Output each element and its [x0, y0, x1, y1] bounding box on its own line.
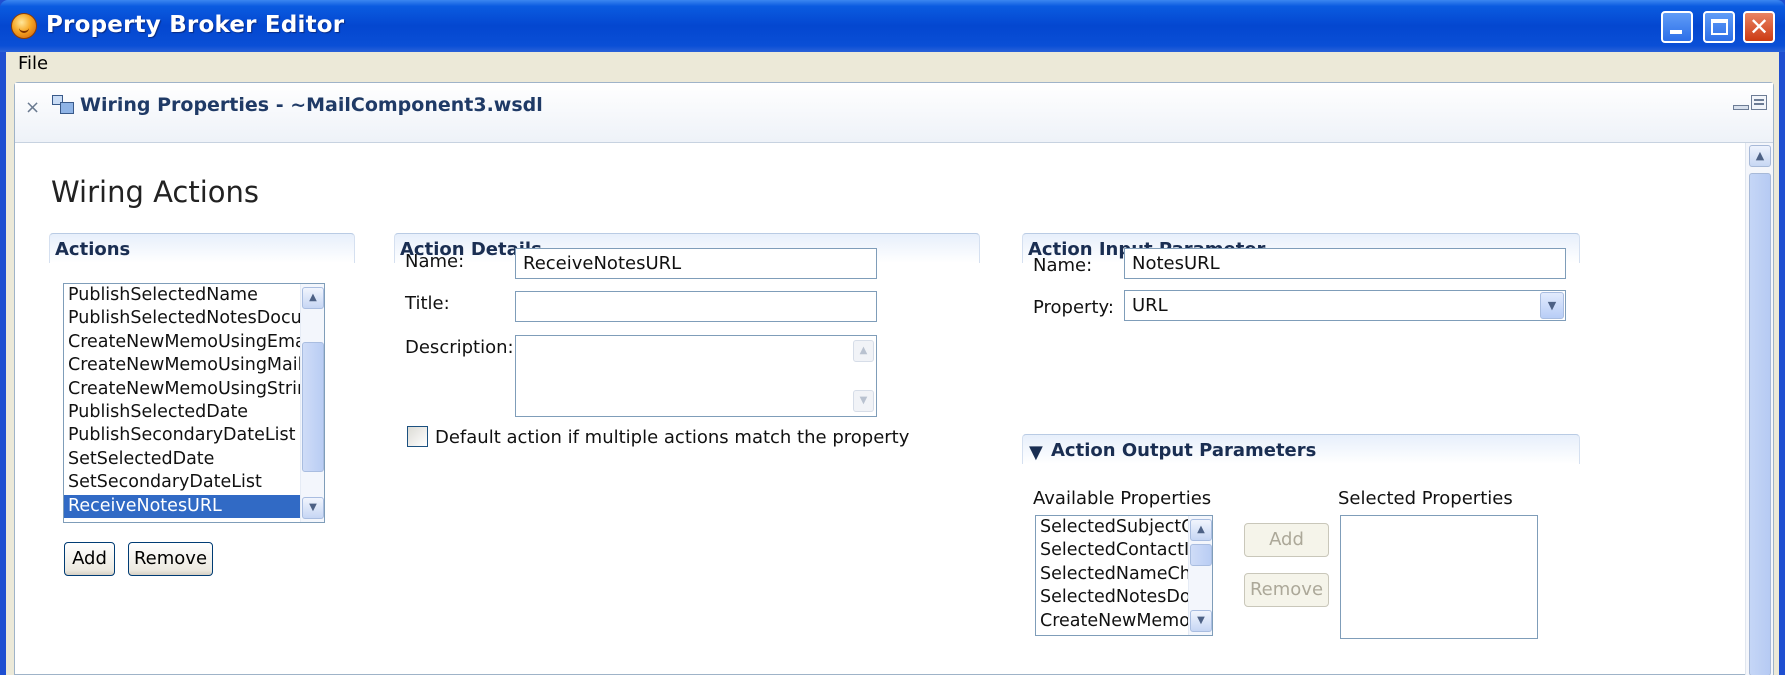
- minimize-icon: [1670, 30, 1682, 34]
- twisty-expanded-icon[interactable]: ▼: [1029, 442, 1043, 463]
- input-name-label: Name:: [1033, 255, 1093, 276]
- description-label: Description:: [405, 337, 514, 358]
- action-output-header-label: Action Output Parameters: [1051, 440, 1317, 461]
- name-label: Name:: [405, 251, 465, 272]
- list-item[interactable]: SelectedNameChar: [1036, 563, 1188, 586]
- action-name-field[interactable]: ReceiveNotesURL: [515, 248, 877, 279]
- property-label: Property:: [1033, 297, 1114, 318]
- available-properties-listbox[interactable]: SelectedSubjectChSelectedContactIDSelect…: [1035, 515, 1213, 636]
- list-item[interactable]: CreateNewMemoUs: [1036, 610, 1188, 633]
- action-title-field[interactable]: [515, 291, 877, 322]
- scroll-up-icon[interactable]: ▲: [1190, 519, 1212, 541]
- chevron-down-icon[interactable]: ▼: [1540, 292, 1564, 319]
- list-item[interactable]: CreateNewMemoUsingStrir: [64, 378, 300, 401]
- list-item[interactable]: SetSelectedDate: [64, 448, 300, 471]
- view-minimize-icon[interactable]: [1733, 105, 1749, 110]
- list-item[interactable]: SetSecondaryDateList: [64, 471, 300, 494]
- editor-tab-bar: × Wiring Properties - ~MailComponent3.ws…: [15, 83, 1773, 143]
- default-action-label: Default action if multiple actions match…: [435, 427, 910, 448]
- action-output-section-header[interactable]: ▼ Action Output Parameters: [1022, 434, 1580, 464]
- available-list-scrollbar[interactable]: ▲ ▼: [1188, 516, 1212, 635]
- scroll-down-icon: ▼: [853, 390, 874, 412]
- app-globe-icon: [11, 13, 37, 39]
- title-label: Title:: [405, 293, 450, 314]
- window-titlebar[interactable]: Property Broker Editor ✕: [0, 0, 1785, 52]
- remove-output-button[interactable]: Remove: [1244, 573, 1329, 607]
- minimize-button[interactable]: [1661, 11, 1693, 43]
- close-button[interactable]: ✕: [1743, 11, 1775, 43]
- list-item[interactable]: SelectedContactID: [1036, 539, 1188, 562]
- scroll-up-icon[interactable]: ▲: [1749, 145, 1771, 167]
- default-action-checkbox[interactable]: [407, 426, 428, 447]
- actions-list-scrollbar[interactable]: ▲ ▼: [300, 284, 324, 522]
- editor-vertical-scrollbar[interactable]: ▲: [1745, 143, 1773, 675]
- action-description-field[interactable]: ▲ ▼: [515, 335, 877, 417]
- add-output-button[interactable]: Add: [1244, 523, 1329, 557]
- scroll-down-icon[interactable]: ▼: [1190, 610, 1212, 632]
- list-item[interactable]: PublishSecondaryDateList: [64, 424, 300, 447]
- selected-properties-listbox[interactable]: [1340, 515, 1538, 639]
- property-combo-value: URL: [1132, 295, 1168, 316]
- wiring-properties-icon: [52, 95, 74, 115]
- maximize-button[interactable]: [1703, 11, 1735, 43]
- list-item[interactable]: CreateNewMemoUsingMail: [64, 354, 300, 377]
- list-item[interactable]: SelectedNotesDocu: [1036, 586, 1188, 609]
- property-combo[interactable]: URL ▼: [1124, 290, 1566, 321]
- window-title: Property Broker Editor: [46, 12, 345, 38]
- maximize-icon: [1711, 19, 1728, 35]
- list-item[interactable]: PublishSelectedName: [64, 284, 300, 307]
- scroll-down-icon[interactable]: ▼: [302, 497, 324, 519]
- editor-tab-title[interactable]: Wiring Properties - ~MailComponent3.wsdl: [80, 94, 543, 116]
- menu-file[interactable]: File: [18, 53, 48, 74]
- list-item[interactable]: PublishSelectedNotesDocu: [64, 307, 300, 330]
- actions-section-header: Actions: [49, 233, 355, 263]
- scroll-up-icon[interactable]: ▲: [302, 287, 324, 309]
- list-item[interactable]: ReceiveNotesURL: [64, 494, 300, 518]
- close-icon: ✕: [1748, 13, 1770, 41]
- tab-close-icon[interactable]: ×: [25, 97, 40, 118]
- scroll-up-icon: ▲: [853, 340, 874, 362]
- editor-panel: × Wiring Properties - ~MailComponent3.ws…: [14, 82, 1774, 675]
- description-scrollbar[interactable]: ▲ ▼: [852, 336, 876, 416]
- scroll-thumb[interactable]: [302, 342, 324, 472]
- scroll-thumb[interactable]: [1749, 173, 1771, 675]
- list-item[interactable]: CreateNewMemoUsingEma: [64, 331, 300, 354]
- view-maximize-icon[interactable]: [1751, 95, 1767, 110]
- page-title: Wiring Actions: [51, 175, 260, 209]
- input-name-field[interactable]: NotesURL: [1124, 248, 1566, 279]
- selected-properties-label: Selected Properties: [1338, 488, 1513, 509]
- add-action-button[interactable]: Add: [64, 542, 115, 576]
- remove-action-button[interactable]: Remove: [128, 542, 213, 576]
- list-item[interactable]: SelectedSubjectCh: [1036, 516, 1188, 539]
- actions-header-label: Actions: [55, 239, 131, 260]
- available-properties-label: Available Properties: [1033, 488, 1212, 509]
- actions-listbox[interactable]: PublishSelectedName PublishSelectedNotesD…: [63, 283, 325, 523]
- list-item[interactable]: PublishSelectedDate: [64, 401, 300, 424]
- menubar: File: [6, 52, 1779, 74]
- scroll-thumb[interactable]: [1190, 544, 1212, 566]
